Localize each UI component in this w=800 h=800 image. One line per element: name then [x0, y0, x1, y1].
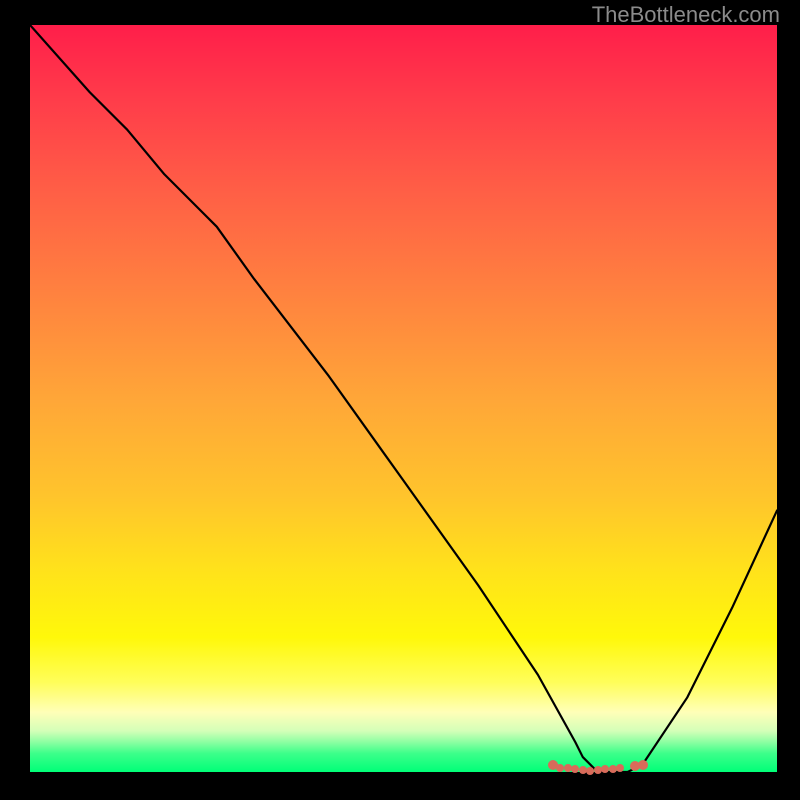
watermark-text: TheBottleneck.com — [592, 2, 780, 28]
marker-point — [616, 764, 624, 772]
marker-point — [638, 760, 648, 770]
plot-area — [30, 25, 777, 772]
markers-layer — [30, 25, 777, 772]
chart-container: TheBottleneck.com — [0, 0, 800, 800]
